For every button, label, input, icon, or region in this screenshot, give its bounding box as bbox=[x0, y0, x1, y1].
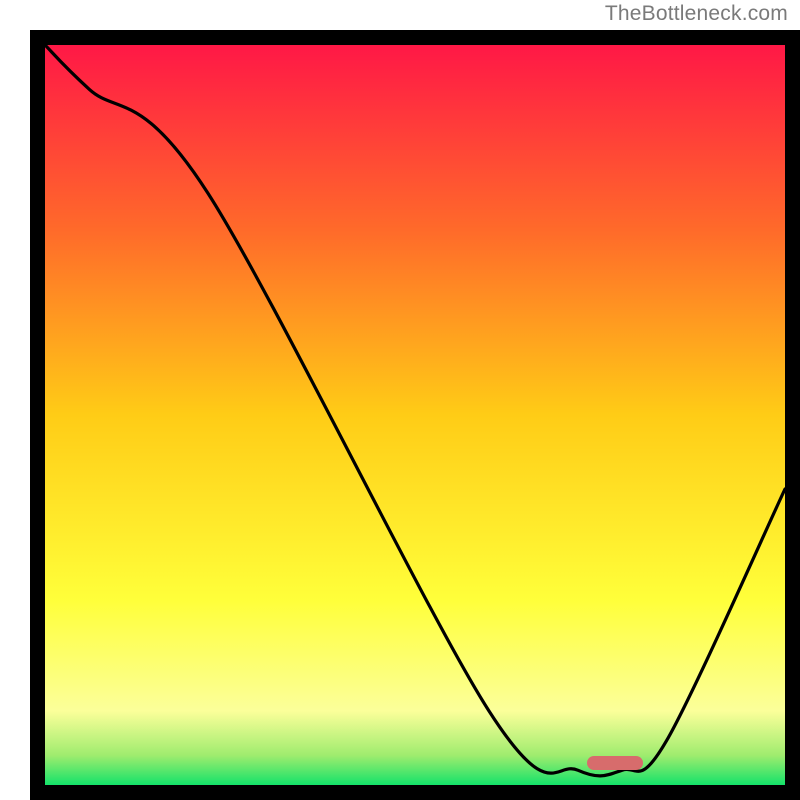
plot-area bbox=[45, 45, 785, 785]
plot-frame bbox=[30, 30, 800, 800]
optimal-marker bbox=[587, 756, 643, 770]
watermark-text: TheBottleneck.com bbox=[605, 2, 788, 26]
bottleneck-curve bbox=[45, 45, 785, 785]
